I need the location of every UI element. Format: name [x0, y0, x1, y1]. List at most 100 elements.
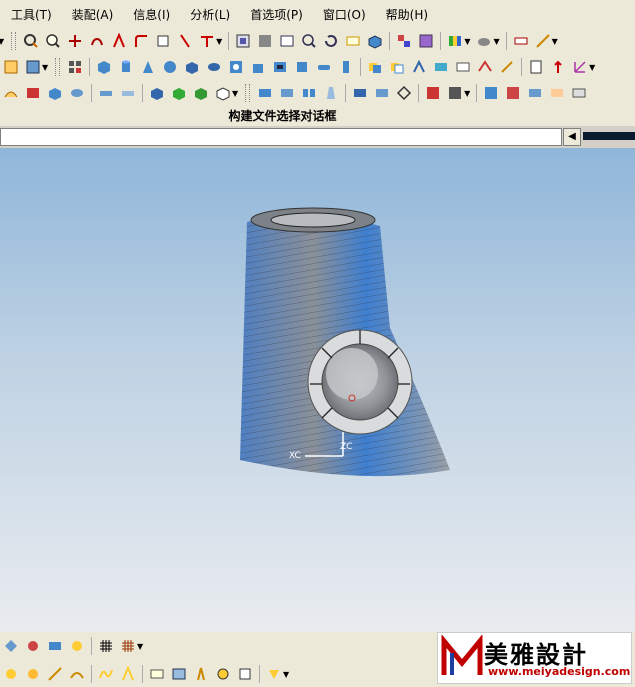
chamfer-icon[interactable] — [454, 58, 472, 76]
chevron-down-icon[interactable]: ▼ — [0, 37, 4, 46]
chevron-down-icon[interactable]: ▼ — [137, 642, 143, 651]
offset-icon[interactable] — [97, 84, 115, 102]
cone-icon[interactable] — [139, 58, 157, 76]
body-green-icon[interactable] — [170, 84, 188, 102]
resize-icon[interactable] — [570, 84, 588, 102]
trim-icon[interactable] — [176, 32, 194, 50]
zoom-icon[interactable] — [44, 32, 62, 50]
revolve-icon[interactable] — [205, 58, 223, 76]
color-icon[interactable] — [446, 32, 464, 50]
menu-window[interactable]: 窗口(O) — [312, 6, 375, 23]
selection-icon[interactable] — [2, 637, 20, 655]
subtract-icon[interactable] — [388, 58, 406, 76]
chevron-down-icon[interactable]: ▼ — [464, 89, 470, 98]
intersect-curve-icon[interactable] — [236, 665, 254, 683]
chevron-down-icon[interactable]: ▼ — [589, 63, 595, 72]
part-icon[interactable] — [366, 32, 384, 50]
pocket-icon[interactable] — [271, 58, 289, 76]
pick-icon[interactable] — [68, 637, 86, 655]
sheet-icon[interactable] — [2, 58, 20, 76]
fillet-icon[interactable] — [132, 32, 150, 50]
refresh-icon[interactable] — [322, 32, 340, 50]
zoom-window-icon[interactable] — [300, 32, 318, 50]
shell-icon[interactable] — [476, 58, 494, 76]
pattern-icon[interactable] — [498, 58, 516, 76]
menu-help[interactable]: 帮助(H) — [375, 6, 437, 23]
measure-icon[interactable] — [512, 32, 530, 50]
sketch-icon[interactable] — [154, 32, 172, 50]
extrude-icon[interactable] — [183, 58, 201, 76]
window-icon[interactable] — [278, 32, 296, 50]
csys-icon[interactable] — [571, 58, 589, 76]
assembly-icon[interactable] — [395, 32, 413, 50]
menu-analysis[interactable]: 分析(L) — [179, 6, 239, 23]
cylinder-icon[interactable] — [117, 58, 135, 76]
body-icon[interactable] — [148, 84, 166, 102]
wrap-icon[interactable] — [395, 84, 413, 102]
rotate-icon[interactable] — [88, 32, 106, 50]
extract-icon[interactable] — [265, 665, 283, 683]
point-icon[interactable] — [2, 665, 20, 683]
datum-axis-icon[interactable] — [170, 665, 188, 683]
drawing-icon[interactable] — [24, 58, 42, 76]
layer-icon[interactable] — [344, 32, 362, 50]
slot-icon[interactable] — [315, 58, 333, 76]
book-icon[interactable] — [24, 84, 42, 102]
datum-plane-icon[interactable] — [148, 665, 166, 683]
grid-view-icon[interactable] — [97, 637, 115, 655]
arc-icon[interactable] — [68, 665, 86, 683]
delete-face-icon[interactable] — [548, 84, 566, 102]
graphics-viewport[interactable]: XC ZC — [0, 148, 635, 632]
chevron-down-icon[interactable]: ▼ — [493, 37, 499, 46]
extend-icon[interactable] — [198, 32, 216, 50]
trim-body-icon[interactable] — [278, 84, 296, 102]
filter-icon[interactable] — [46, 637, 64, 655]
snap-icon[interactable] — [24, 637, 42, 655]
unite-icon[interactable] — [366, 58, 384, 76]
synchronous-icon[interactable] — [482, 84, 500, 102]
toolbar-grip[interactable] — [11, 32, 17, 50]
menu-assembly[interactable]: 装配(A) — [61, 6, 123, 23]
line-icon[interactable] — [46, 665, 64, 683]
project-curve-icon[interactable] — [214, 665, 232, 683]
replace-face-icon[interactable] — [504, 84, 522, 102]
curve-icon[interactable] — [110, 32, 128, 50]
expression-icon[interactable] — [424, 84, 442, 102]
sew-icon[interactable] — [119, 84, 137, 102]
edit-feature-icon[interactable] — [446, 84, 464, 102]
fit-view-icon[interactable] — [22, 32, 40, 50]
thicken-icon[interactable] — [256, 84, 274, 102]
chevron-down-icon[interactable]: ▼ — [232, 89, 238, 98]
chevron-down-icon[interactable]: ▼ — [216, 37, 222, 46]
boss-icon[interactable] — [249, 58, 267, 76]
vector-icon[interactable] — [549, 58, 567, 76]
spline-icon[interactable] — [97, 665, 115, 683]
pattern-grid-icon[interactable] — [119, 637, 137, 655]
pad-icon[interactable] — [293, 58, 311, 76]
model-body[interactable] — [240, 207, 450, 477]
block-icon[interactable] — [95, 58, 113, 76]
chevron-left-icon[interactable]: ◀ — [563, 128, 581, 146]
move-face-icon[interactable] — [526, 84, 544, 102]
menu-preferences[interactable]: 首选项(P) — [239, 6, 312, 23]
analysis-icon[interactable] — [534, 32, 552, 50]
intersect-icon[interactable] — [410, 58, 428, 76]
toolbar-grip[interactable] — [245, 84, 251, 102]
helix-icon[interactable] — [119, 665, 137, 683]
split-icon[interactable] — [300, 84, 318, 102]
render-icon[interactable] — [475, 32, 493, 50]
sphere-icon[interactable] — [161, 58, 179, 76]
menu-tools[interactable]: 工具(T) — [0, 6, 61, 23]
grid-icon[interactable] — [66, 58, 84, 76]
toolbar-grip[interactable] — [55, 58, 61, 76]
chevron-down-icon[interactable]: ▼ — [552, 37, 558, 46]
body-outline-icon[interactable] — [214, 84, 232, 102]
pan-icon[interactable] — [66, 32, 84, 50]
hole-icon[interactable] — [227, 58, 245, 76]
shaded-icon[interactable] — [256, 32, 274, 50]
page-icon[interactable] — [527, 58, 545, 76]
solid-icon[interactable] — [46, 84, 64, 102]
face-icon[interactable] — [68, 84, 86, 102]
point-set-icon[interactable] — [24, 665, 42, 683]
view-fit-icon[interactable] — [234, 32, 252, 50]
